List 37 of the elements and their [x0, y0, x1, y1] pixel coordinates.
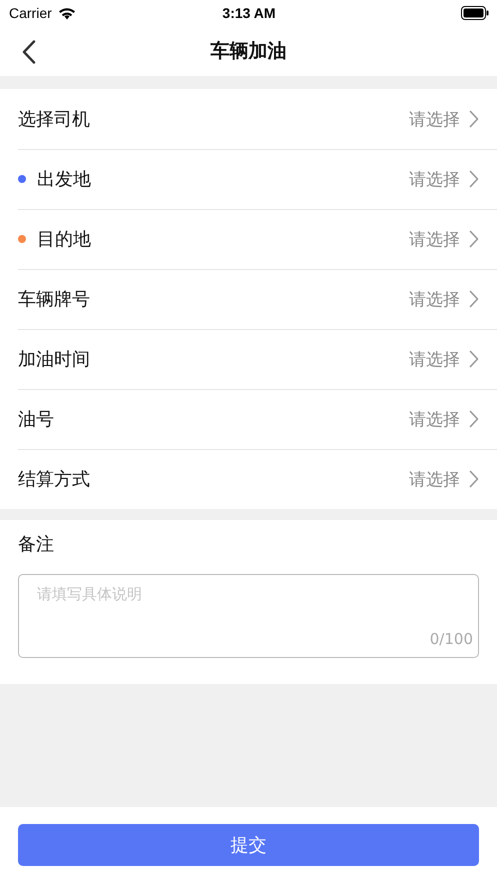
row-label: 出发地	[37, 168, 91, 191]
form-row[interactable]: 加油时间 请选择	[0, 329, 497, 389]
char-counter: 0/100	[430, 630, 473, 648]
row-value: 请选择	[409, 468, 460, 490]
form-row[interactable]: 结算方式 请选择	[0, 449, 497, 509]
chevron-icon	[469, 170, 479, 188]
row-value: 请选择	[409, 168, 460, 190]
form-row[interactable]: 油号 请选择	[0, 389, 497, 449]
chevron-icon	[469, 410, 479, 428]
chevron-icon	[469, 290, 479, 308]
row-label: 选择司机	[18, 108, 90, 131]
row-value: 请选择	[409, 108, 460, 130]
form-row[interactable]: 选择司机 请选择	[0, 89, 497, 149]
row-label: 加油时间	[18, 348, 90, 371]
carrier-label: Carrier	[9, 5, 52, 21]
submit-button[interactable]: 提交	[18, 824, 479, 866]
form-row[interactable]: 目的地 请选择	[0, 209, 497, 269]
form-row[interactable]: 车辆牌号 请选择	[0, 269, 497, 329]
row-value: 请选择	[409, 228, 460, 250]
page-title: 车辆加油	[210, 39, 286, 64]
form-row[interactable]: 出发地 请选择	[0, 149, 497, 209]
row-value: 请选择	[409, 288, 460, 310]
status-time: 3:13 AM	[222, 5, 276, 21]
battery-icon	[460, 6, 489, 20]
remark-label: 备注	[18, 533, 55, 556]
chevron-icon	[469, 350, 479, 368]
chevron-icon	[469, 110, 479, 128]
wifi-icon	[58, 6, 76, 20]
row-label: 车辆牌号	[18, 288, 90, 311]
row-value: 请选择	[409, 408, 460, 430]
chevron-icon	[469, 470, 479, 488]
row-label: 结算方式	[18, 468, 90, 491]
row-label: 目的地	[37, 228, 91, 251]
back-icon	[22, 40, 36, 64]
chevron-icon	[469, 230, 479, 248]
row-label: 油号	[18, 408, 54, 431]
row-value: 请选择	[409, 348, 460, 370]
